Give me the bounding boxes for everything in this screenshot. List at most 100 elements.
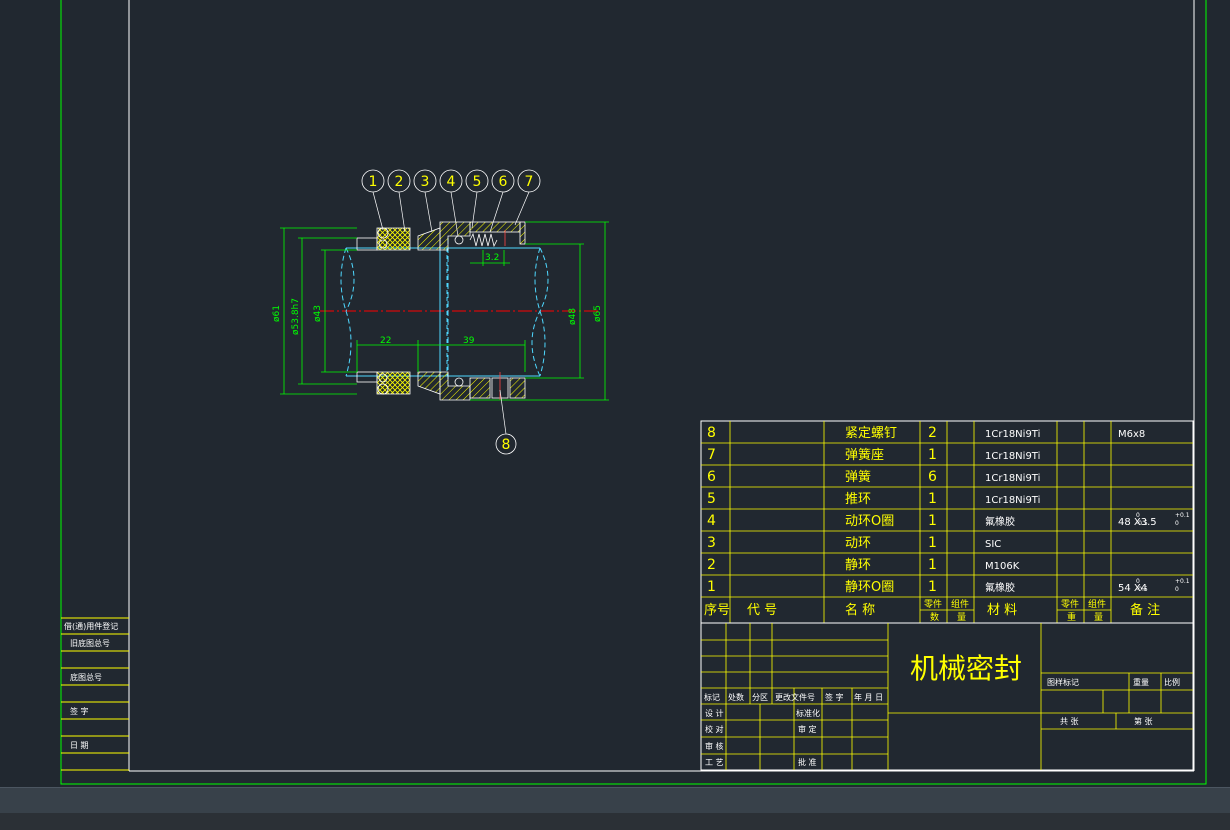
bom-header-remark: 备 注 <box>1130 602 1160 618</box>
bom-row-material: 1Cr18Ni9Ti <box>985 473 1040 484</box>
dim-d48: ø48 <box>568 308 578 325</box>
side-label-date: 日 期 <box>70 741 89 750</box>
bom-row-qty: 1 <box>928 557 937 573</box>
tb-zone: 分区 <box>752 693 768 702</box>
dim-d43: ø43 <box>313 305 323 322</box>
bom-row-name: 动环 <box>845 536 871 551</box>
side-label-old-drawing: 旧底图总号 <box>70 638 110 648</box>
bom-row-material: 1Cr18Ni9Ti <box>985 495 1040 506</box>
side-label-drawing-no: 底图总号 <box>70 672 102 682</box>
bom-row-material: 1Cr18Ni9Ti <box>985 429 1040 440</box>
drawing-frame <box>60 0 1207 785</box>
tb-change-doc: 更改文件号 <box>775 692 815 702</box>
bom-row-material: M106K <box>985 561 1020 572</box>
bom-header-no: 序号 <box>704 603 730 618</box>
tol-4-lower: -0.5 <box>1136 520 1148 527</box>
bom-row-qty: 1 <box>928 535 937 551</box>
bom-row-qty: 1 <box>928 513 937 529</box>
bom-row-no: 7 <box>707 447 716 463</box>
tb-review: 审 核 <box>705 741 724 751</box>
bom-row-no: 4 <box>707 513 716 529</box>
tb-count: 处数 <box>728 692 744 702</box>
bom-row-material: 氟橡胶 <box>985 581 1015 594</box>
balloon-2-label: 2 <box>395 174 404 190</box>
tol-1b-upper: +0.1 <box>1175 578 1190 585</box>
bom-row-qty: 2 <box>928 425 937 441</box>
tol-4-upper: 0 <box>1136 512 1140 519</box>
side-label-reg: 借(通)用件登记 <box>64 621 118 631</box>
dim-d65: ø65 <box>593 305 603 322</box>
bom-row-qty: 1 <box>928 491 937 507</box>
balloon-1-label: 1 <box>369 174 378 190</box>
bom-row-material: 1Cr18Ni9Ti <box>985 451 1040 462</box>
bom-row-no: 3 <box>707 535 716 551</box>
command-bar[interactable] <box>0 813 1230 830</box>
balloon-6-label: 6 <box>499 174 508 190</box>
bom-row-name: 紧定螺钉 <box>845 426 897 441</box>
tol-4b-lower: 0 <box>1175 520 1179 527</box>
bom-row-name: 弹簧 <box>845 469 871 485</box>
seal-assembly-drawing[interactable]: ø61 ø53.8h7 ø43 ø48 ø65 22 39 3.2 1 2 3 … <box>272 169 609 455</box>
bom-header-wt-top2: 组件 <box>1088 598 1106 610</box>
bom-header-qty-bottom: 数 <box>930 611 939 623</box>
balloon-4-label: 4 <box>447 174 456 190</box>
bom-row-qty: 1 <box>928 447 937 463</box>
tol-1-upper: 0 <box>1136 578 1140 585</box>
dim-22: 22 <box>380 336 391 346</box>
tb-stage: 图样标记 <box>1047 677 1079 687</box>
dim-d61: ø61 <box>272 305 282 322</box>
dim-39: 39 <box>463 336 475 346</box>
tol-1b-lower: 0 <box>1175 586 1179 593</box>
dim-3-2: 3.2 <box>485 253 499 263</box>
balloon-3-label: 3 <box>421 174 430 190</box>
tb-scale: 比例 <box>1164 677 1180 687</box>
bom-row-no: 1 <box>707 579 716 595</box>
bom-row-name: 动环O圈 <box>845 514 894 529</box>
tb-sheet: 第 张 <box>1134 716 1153 726</box>
bom-header-name: 名 称 <box>845 602 875 618</box>
bom-header-code: 代 号 <box>747 603 777 618</box>
bom-row-remark: M6x8 <box>1118 429 1145 440</box>
drawing-title: 机械密封 <box>910 652 1022 685</box>
bom-header-wt-bottom2: 量 <box>1094 612 1103 623</box>
parts-list[interactable]: 8 紧定螺钉 2 1Cr18Ni9Ti M6x8 7 弹簧座 1 1Cr18Ni9Ti 6 弹簧 6 1… <box>700 420 1194 624</box>
cad-drawing-canvas[interactable]: 借(通)用件登记 旧底图总号 底图总号 签 字 日 期 ø61 ø53.8h7 … <box>0 0 1230 830</box>
bom-header-wt-bottom: 重 <box>1067 611 1076 623</box>
tb-approve-review: 审 定 <box>798 724 817 734</box>
balloon-7-label: 7 <box>525 174 534 190</box>
status-bar[interactable] <box>0 787 1230 815</box>
bom-header-qty-bottom2: 量 <box>957 612 966 623</box>
tb-process: 工 艺 <box>705 758 724 767</box>
bom-row-no: 5 <box>707 491 716 507</box>
tb-mark: 标记 <box>704 692 720 702</box>
bom-row-material: SIC <box>985 539 1001 550</box>
tb-sign: 签 字 <box>825 692 844 702</box>
dim-d53: ø53.8h7 <box>291 298 301 335</box>
tb-date: 年 月 日 <box>854 692 883 702</box>
bom-header-qty-top: 零件 <box>924 598 942 610</box>
bom-row-no: 6 <box>707 469 716 485</box>
tol-4b-upper: +0.1 <box>1175 512 1190 519</box>
bom-row-name: 推环 <box>845 492 871 507</box>
tb-design: 设 计 <box>705 708 724 718</box>
bom-row-qty: 1 <box>928 579 937 595</box>
bom-row-no: 8 <box>707 425 716 441</box>
tb-check: 校 对 <box>705 724 724 734</box>
bom-header-wt-top: 零件 <box>1061 598 1079 610</box>
bom-row-name: 静环 <box>845 558 871 573</box>
side-label-sign: 签 字 <box>70 706 89 716</box>
balloon-5-label: 5 <box>473 174 482 190</box>
bom-row-no: 2 <box>707 557 716 573</box>
bom-header-qty-top2: 组件 <box>951 598 969 610</box>
tb-approve: 批 准 <box>798 757 817 767</box>
bom-row-material: 氟橡胶 <box>985 515 1015 528</box>
tb-standard: 标准化 <box>796 708 820 718</box>
tol-1-lower: -0.5 <box>1136 586 1148 593</box>
title-block[interactable]: 机械密封 标记 处数 分区 更改文件号 签 字 年 月 日 设 计 校 对 审 … <box>700 622 1194 771</box>
bom-row-name: 静环O圈 <box>845 580 894 595</box>
bom-row-qty: 6 <box>928 469 937 485</box>
tb-weight: 重量 <box>1133 677 1149 687</box>
balloon-8-label: 8 <box>502 437 511 453</box>
side-registration-block: 借(通)用件登记 旧底图总号 底图总号 签 字 日 期 <box>61 617 129 771</box>
bom-row-name: 弹簧座 <box>845 447 884 463</box>
